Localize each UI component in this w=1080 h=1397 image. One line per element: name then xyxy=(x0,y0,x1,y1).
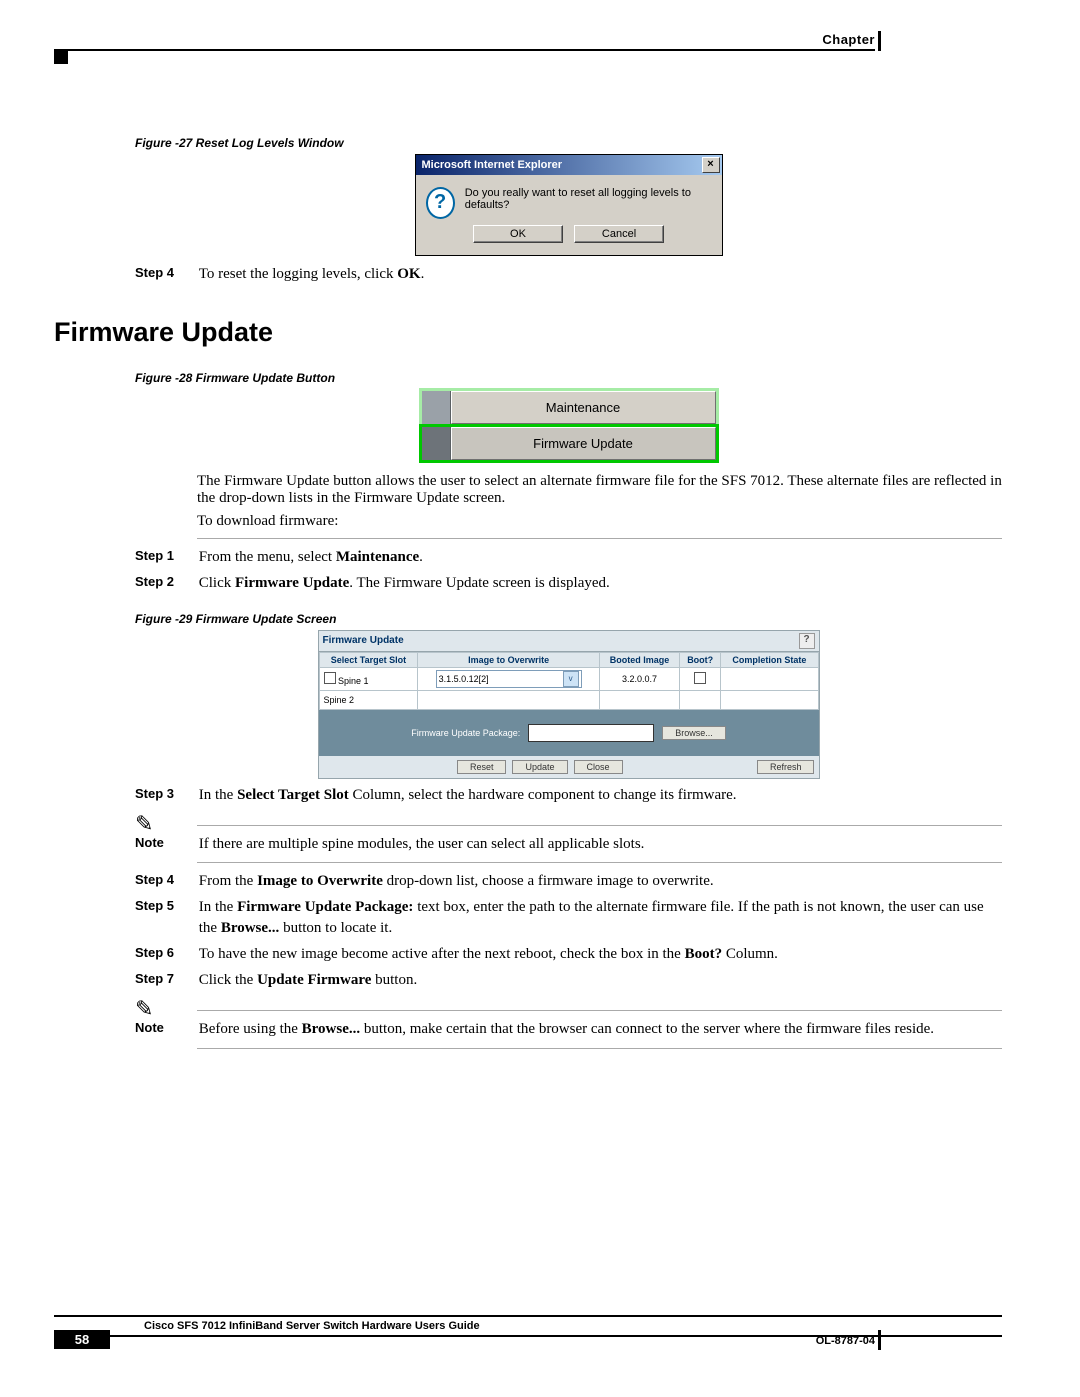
slot-name: Spine 1 xyxy=(338,676,369,686)
figure-28-caption: Figure -28 Firmware Update Button xyxy=(135,371,1002,385)
step-label: Step 4 xyxy=(135,264,195,282)
step-label: Step 2 xyxy=(135,573,195,591)
close-button[interactable]: Close xyxy=(574,760,623,774)
figure-29-caption: Figure -29 Firmware Update Screen xyxy=(135,612,1002,626)
update-button[interactable]: Update xyxy=(512,760,567,774)
reset-button[interactable]: Reset xyxy=(457,760,507,774)
header-chapter: Chapter xyxy=(822,32,875,47)
rule xyxy=(197,538,1002,539)
note-text: If there are multiple spine modules, the… xyxy=(199,834,996,854)
note-label: Note xyxy=(135,834,195,852)
firmware-update-screen: Firmware Update ? Select Target Slot Ima… xyxy=(318,630,820,779)
step-1: Step 1 From the menu, select Maintenance… xyxy=(135,547,1002,567)
dialog-titlebar: Microsoft Internet Explorer × xyxy=(416,155,722,175)
fus-title-text: Firmware Update xyxy=(323,635,404,646)
firmware-update-button[interactable]: Firmware Update xyxy=(451,427,716,460)
overwrite-cell: 3.1.5.0.12[2] v xyxy=(418,667,600,690)
dialog-buttons: OK Cancel xyxy=(416,225,722,255)
dropdown-value: 3.1.5.0.12[2] xyxy=(439,674,489,684)
refresh-button[interactable]: Refresh xyxy=(757,760,815,774)
question-icon: ? xyxy=(426,187,455,219)
footer: Cisco SFS 7012 InfiniBand Server Switch … xyxy=(54,1315,1002,1337)
col-bootq: Boot? xyxy=(680,652,721,667)
note-rule-end xyxy=(197,862,1002,863)
doc-id: OL-8787-04 xyxy=(816,1335,875,1347)
completion-cell xyxy=(721,667,818,690)
footer-guide: Cisco SFS 7012 InfiniBand Server Switch … xyxy=(54,1317,1002,1332)
step-2: Step 2 Click Firmware Update. The Firmwa… xyxy=(135,573,1002,593)
ok-button[interactable]: OK xyxy=(473,225,563,243)
header-vbar xyxy=(878,31,881,51)
col-completion: Completion State xyxy=(721,652,818,667)
figure-27-caption: Figure -27 Reset Log Levels Window xyxy=(135,136,1002,150)
to-download: To download firmware: xyxy=(197,513,1002,530)
chevron-down-icon: v xyxy=(563,671,579,687)
section-firmware-update: Firmware Update xyxy=(54,317,273,348)
step-text: To reset the logging levels, click OK. xyxy=(199,264,996,284)
maintenance-tab-row: Maintenance xyxy=(419,388,719,427)
content-column-2: Figure -28 Firmware Update Button Mainte… xyxy=(135,365,1002,1057)
tab-handle xyxy=(422,391,451,424)
note-1: Note If there are multiple spine modules… xyxy=(135,834,1002,854)
content-column: Figure -27 Reset Log Levels Window Micro… xyxy=(135,130,1002,290)
boot-checkbox[interactable] xyxy=(694,672,706,684)
step-4a: Step 4 To reset the logging levels, clic… xyxy=(135,264,1002,284)
package-path-input[interactable] xyxy=(528,724,654,742)
step-label: Step 1 xyxy=(135,547,195,565)
table-row: Spine 1 3.1.5.0.12[2] v 3.2.0.0.7 xyxy=(319,667,818,690)
note-rule-end xyxy=(197,1048,1002,1049)
note-2: Note Before using the Browse... button, … xyxy=(135,1019,1002,1039)
firmware-tab-row: Firmware Update xyxy=(419,424,719,463)
booted-cell: 3.2.0.0.7 xyxy=(599,667,679,690)
col-target: Select Target Slot xyxy=(319,652,418,667)
page-number: 58 xyxy=(54,1330,110,1349)
close-icon[interactable]: × xyxy=(702,157,720,173)
col-image-overwrite: Image to Overwrite xyxy=(418,652,600,667)
browse-button[interactable]: Browse... xyxy=(662,726,726,740)
header-rule xyxy=(54,49,875,51)
table-row: Spine 2 xyxy=(319,690,818,709)
dialog-message: Do you really want to reset all logging … xyxy=(465,187,712,211)
reset-dialog: Microsoft Internet Explorer × ? Do you r… xyxy=(415,154,723,256)
help-icon[interactable]: ? xyxy=(799,633,815,649)
cancel-button[interactable]: Cancel xyxy=(574,225,664,243)
fus-package-bar: Firmware Update Package: Browse... xyxy=(319,710,819,756)
step-label: Step 3 xyxy=(135,785,195,803)
footer-vbar xyxy=(878,1330,881,1350)
note-rule xyxy=(197,1010,1002,1011)
package-label: Firmware Update Package: xyxy=(411,728,520,738)
image-overwrite-dropdown[interactable]: 3.1.5.0.12[2] v xyxy=(436,670,582,688)
fub-paragraph: The Firmware Update button allows the us… xyxy=(197,473,1002,507)
tab-handle-active xyxy=(422,427,451,460)
dialog-body: ? Do you really want to reset all loggin… xyxy=(416,175,722,225)
fus-title: Firmware Update ? xyxy=(319,631,819,652)
dialog-title: Microsoft Internet Explorer xyxy=(422,159,563,171)
step-7: Step 7 Click the Update Firmware button. xyxy=(135,970,1002,990)
note-rule xyxy=(197,825,1002,826)
maintenance-button[interactable]: Maintenance xyxy=(451,391,716,424)
page: Chapter Figure -27 Reset Log Levels Wind… xyxy=(0,0,1080,1397)
slot-checkbox[interactable] xyxy=(324,672,336,684)
header-square xyxy=(54,50,68,64)
col-booted: Booted Image xyxy=(599,652,679,667)
step-3: Step 3 In the Select Target Slot Column,… xyxy=(135,785,1002,805)
fus-button-bar: Reset Update Close Refresh xyxy=(319,756,819,778)
step-6: Step 6 To have the new image become acti… xyxy=(135,944,1002,964)
firmware-update-button-figure: Maintenance Firmware Update xyxy=(419,388,719,463)
slot-name: Spine 2 xyxy=(319,690,418,709)
step-4: Step 4 From the Image to Overwrite drop-… xyxy=(135,871,1002,891)
step-5: Step 5 In the Firmware Update Package: t… xyxy=(135,897,1002,938)
fus-table: Select Target Slot Image to Overwrite Bo… xyxy=(319,652,819,710)
